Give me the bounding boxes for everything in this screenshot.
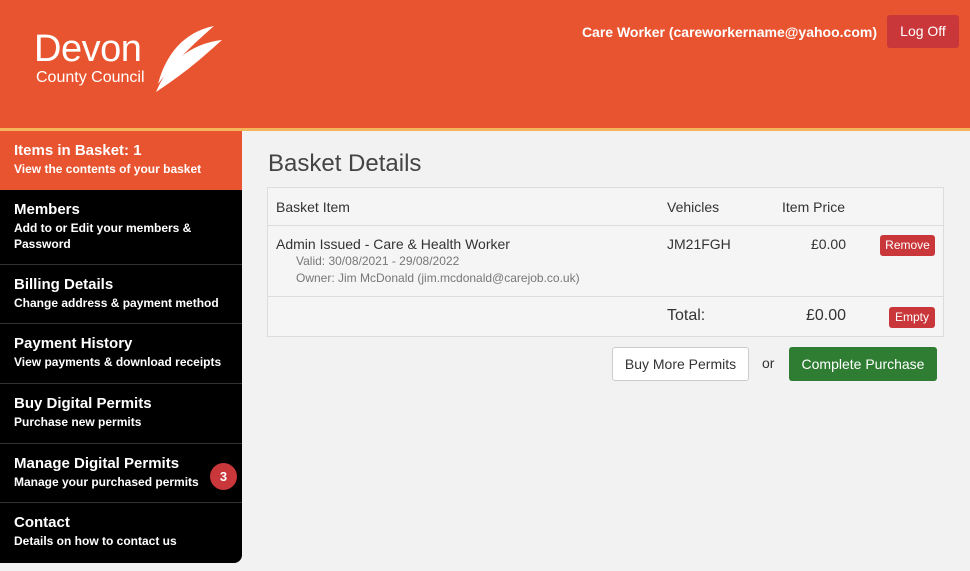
log-off-button[interactable]: Log Off (887, 15, 959, 48)
sidebar-item-title: Contact (14, 514, 70, 531)
empty-basket-button[interactable]: Empty (889, 307, 935, 328)
total-row: Total: £0.00 Empty (268, 297, 943, 336)
sidebar-item-buy-permits[interactable]: Buy Digital Permits Purchase new permits (0, 384, 242, 444)
permit-count-badge: 3 (210, 463, 237, 490)
sidebar-item-manage-permits[interactable]: Manage Digital Permits Manage your purch… (0, 444, 242, 503)
basket-item-owner: Owner: Jim McDonald (jim.mcdonald@carejo… (296, 271, 580, 285)
basket-item-price: £0.00 (810, 236, 846, 252)
column-header-item-price: Item Price (782, 199, 846, 215)
column-header-basket-item: Basket Item (276, 199, 350, 215)
sidebar-item-subtitle: Change address & payment method (14, 296, 219, 310)
sidebar-item-title: Buy Digital Permits (14, 395, 152, 412)
sidebar-item-subtitle: Details on how to contact us (14, 534, 177, 548)
basket-item-vehicle: JM21FGH (667, 236, 731, 252)
basket-item-validity: Valid: 30/08/2021 - 29/08/2022 (296, 254, 460, 268)
sidebar-item-contact[interactable]: Contact Details on how to contact us (0, 503, 242, 563)
column-header-vehicles: Vehicles (667, 199, 720, 215)
sidebar-item-title: Payment History (14, 335, 133, 352)
sidebar-item-members[interactable]: Members Add to or Edit your members & Pa… (0, 190, 242, 265)
sidebar-item-payment-history[interactable]: Payment History View payments & download… (0, 324, 242, 384)
table-header-row: Basket Item Vehicles Item Price (268, 188, 943, 226)
sidebar-item-subtitle: Purchase new permits (14, 415, 142, 429)
sidebar-item-billing[interactable]: Billing Details Change address & payment… (0, 265, 242, 324)
total-value: £0.00 (805, 307, 846, 324)
current-user-label: Care Worker (careworkername@yahoo.com) (581, 24, 877, 40)
page-title: Basket Details (268, 150, 422, 177)
buy-more-permits-button[interactable]: Buy More Permits (612, 347, 749, 381)
table-row: Admin Issued - Care & Health Worker Vali… (268, 226, 943, 297)
or-separator: or (762, 355, 775, 371)
site-header: Devon County Council Care Worker (carewo… (0, 0, 970, 128)
basket-table: Basket Item Vehicles Item Price Admin Is… (267, 187, 944, 337)
sidebar-nav: Items in Basket: 1 View the contents of … (0, 131, 242, 563)
sidebar-item-title: Items in Basket: 1 (14, 142, 142, 159)
sidebar-item-title: Manage Digital Permits (14, 455, 180, 472)
sidebar-item-subtitle: View payments & download receipts (14, 355, 222, 369)
sidebar-item-title: Members (14, 201, 80, 218)
logo-subtitle: County Council (36, 69, 145, 86)
sidebar-item-title: Billing Details (14, 276, 114, 293)
remove-item-button[interactable]: Remove (880, 235, 935, 256)
sidebar-item-basket[interactable]: Items in Basket: 1 View the contents of … (0, 131, 242, 190)
logo-wordmark: Devon (34, 28, 142, 70)
sidebar-item-subtitle: Add to or Edit your members & Password (14, 221, 192, 251)
devon-logo[interactable]: Devon County Council (34, 24, 234, 104)
sidebar-item-subtitle: Manage your purchased permits (14, 475, 199, 489)
total-label: Total: (667, 307, 706, 324)
leaf-icon (153, 26, 222, 92)
basket-item-name: Admin Issued - Care & Health Worker (276, 236, 510, 252)
sidebar-item-subtitle: View the contents of your basket (14, 162, 202, 176)
complete-purchase-button[interactable]: Complete Purchase (789, 347, 937, 381)
